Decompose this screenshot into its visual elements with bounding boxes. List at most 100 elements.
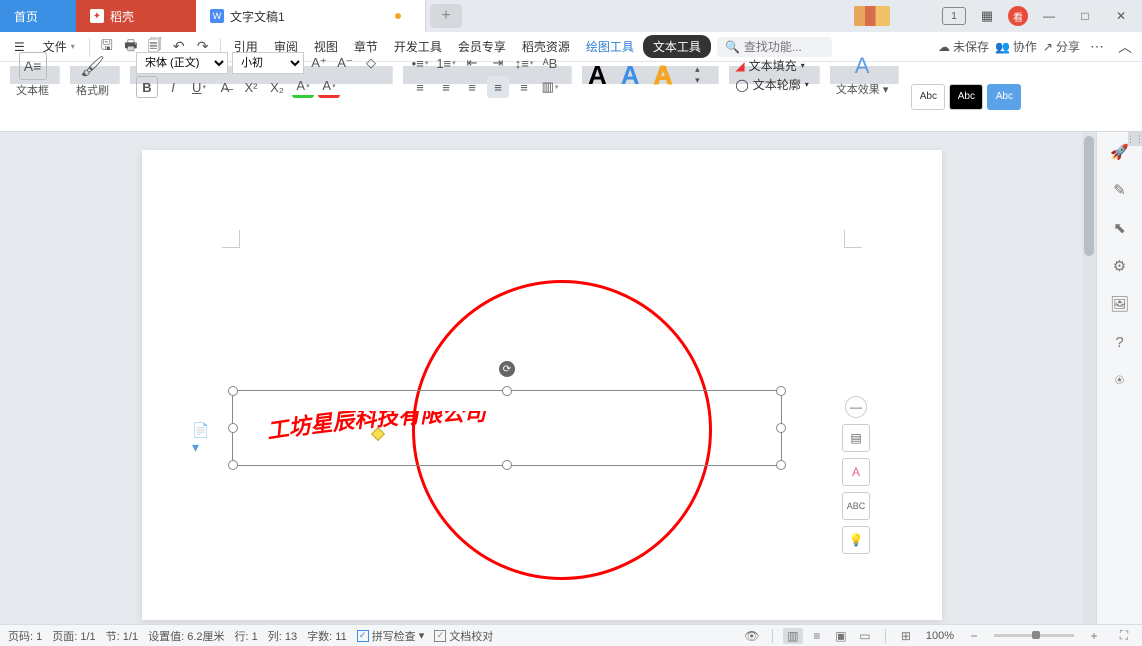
line-spacing-icon[interactable]: ↕≡▾ [513, 52, 535, 74]
style-more-icon[interactable]: ▴▾ [686, 64, 708, 86]
subscript-button[interactable]: X₂ [266, 76, 288, 98]
view-outline-icon[interactable]: ≡ [807, 628, 827, 644]
preset-black[interactable]: Abc [949, 84, 983, 110]
font-name-select[interactable]: 宋体 (正文) [136, 52, 228, 74]
text-fill-button[interactable]: ◢文本填充▾ [735, 57, 804, 74]
wrap-icon[interactable]: ▤ [842, 424, 870, 452]
italic-button[interactable]: I [162, 76, 184, 98]
resize-handle[interactable] [228, 423, 238, 433]
wordart-textbox[interactable]: ⟳ 工坊星辰科技有限公司 [232, 390, 782, 466]
menu-text-tools[interactable]: 文本工具 [643, 35, 711, 58]
clear-format-icon[interactable]: ◇ [360, 52, 382, 74]
grow-font-icon[interactable]: A⁺ [308, 52, 330, 74]
search-input[interactable] [744, 40, 824, 54]
abc-icon[interactable]: ABC [842, 492, 870, 520]
image-icon[interactable]: 🖼 [1110, 294, 1130, 314]
pen-icon[interactable]: ✎ [1110, 180, 1130, 200]
numbering-icon[interactable]: 1≡▾ [435, 52, 457, 74]
workspace-badge[interactable]: 1 [942, 7, 966, 25]
search-box[interactable]: 🔍 [717, 37, 832, 57]
resize-handle[interactable] [776, 386, 786, 396]
books-icon[interactable] [854, 6, 890, 26]
eye-icon[interactable]: 👁 [742, 628, 762, 644]
text-direction-icon[interactable]: ᴬB [539, 52, 561, 74]
font-size-select[interactable]: 小初 [232, 52, 304, 74]
text-effect-button[interactable]: A文本效果 ▾ [836, 53, 889, 97]
collapse-icon[interactable]: — [845, 396, 867, 418]
tab-home[interactable]: 首页 [0, 0, 76, 32]
resize-handle[interactable] [228, 460, 238, 470]
scrollbar-thumb[interactable] [1084, 136, 1094, 256]
align-center-icon[interactable]: ≡ [435, 76, 457, 98]
highlight-button[interactable]: A▾ [292, 76, 314, 98]
shrink-font-icon[interactable]: A⁻ [334, 52, 356, 74]
fullscreen-icon[interactable]: ⛶ [1114, 628, 1134, 644]
zoom-level[interactable]: 100% [926, 630, 954, 642]
share-link[interactable]: ↗分享 [1043, 38, 1080, 55]
fit-icon[interactable]: ⊞ [896, 628, 916, 644]
resize-handle[interactable] [502, 386, 512, 396]
zoom-slider[interactable] [994, 634, 1074, 637]
maximize-button[interactable]: □ [1070, 4, 1100, 28]
settings-icon[interactable]: ⚙ [1110, 256, 1130, 276]
textbox-button[interactable]: A≡文本框 [16, 52, 49, 98]
resize-handle[interactable] [776, 460, 786, 470]
zoom-in-icon[interactable]: + [1084, 628, 1104, 644]
preset-white[interactable]: Abc [911, 84, 945, 110]
align-distribute-icon[interactable]: ≡ [513, 76, 535, 98]
resize-handle[interactable] [502, 460, 512, 470]
tab-docker[interactable]: ✦稻壳 [76, 0, 196, 32]
columns-icon[interactable]: ▥▾ [539, 76, 561, 98]
document-page[interactable]: 📄▾ ⟳ 工坊星辰科技有限公司 — ▤ A ABC 💡 [142, 150, 942, 620]
paragraph-tag-icon[interactable]: 📄▾ [192, 422, 210, 440]
underline-button[interactable]: U▾ [188, 76, 210, 98]
rotate-handle-icon[interactable]: ⟳ [499, 361, 515, 377]
help-icon[interactable]: ? [1110, 332, 1130, 352]
select-icon[interactable]: ⬉ [1110, 218, 1130, 238]
minimize-button[interactable]: — [1034, 4, 1064, 28]
preset-blue[interactable]: Abc [987, 84, 1021, 110]
bold-button[interactable]: B [136, 76, 158, 98]
indent-right-icon[interactable]: ⇥ [487, 52, 509, 74]
text-style-orange[interactable]: A [654, 60, 673, 91]
word-count[interactable]: 字数: 11 [307, 628, 347, 644]
bulb-icon[interactable]: ⍟ [1110, 370, 1130, 390]
font-color-button[interactable]: A▾ [318, 76, 340, 98]
format-painter-button[interactable]: 🖌格式刷 [76, 52, 109, 98]
zoom-out-icon[interactable]: − [964, 628, 984, 644]
resize-handle[interactable] [776, 423, 786, 433]
text-style-blue[interactable]: A [621, 60, 640, 91]
apps-icon[interactable]: ▦ [972, 4, 1002, 28]
panel-handle-icon[interactable]: ⋮⋮ [1128, 132, 1142, 146]
vertical-scrollbar[interactable] [1082, 132, 1096, 624]
rocket-icon[interactable]: 🚀 [1110, 142, 1130, 162]
align-left-icon[interactable]: ≡ [409, 76, 431, 98]
text-style-black[interactable]: A [588, 60, 607, 91]
proofread-button[interactable]: ✓文档校对 [434, 628, 493, 644]
more-icon[interactable]: ⋯ [1086, 36, 1108, 58]
close-button[interactable]: ✕ [1106, 4, 1136, 28]
collapse-ribbon-icon[interactable]: ︿ [1114, 36, 1136, 58]
indent-left-icon[interactable]: ⇤ [461, 52, 483, 74]
text-outline-button[interactable]: ◯文本轮廓▾ [735, 76, 808, 93]
superscript-button[interactable]: X² [240, 76, 262, 98]
page-num[interactable]: 页码: 1 [8, 628, 42, 644]
idea-icon[interactable]: 💡 [842, 526, 870, 554]
tab-document[interactable]: W文字文稿1 [196, 0, 426, 32]
page-count[interactable]: 页面: 1/1 [52, 628, 95, 644]
spell-check-toggle[interactable]: ✓拼写检查 ▾ [357, 628, 425, 644]
strike-button[interactable]: A̶ [214, 76, 236, 98]
view-page-icon[interactable]: ▥ [783, 628, 803, 644]
unsaved-link[interactable]: ☁未保存 [938, 38, 989, 55]
view-read-icon[interactable]: ▭ [855, 628, 875, 644]
add-tab-button[interactable]: + [430, 4, 462, 28]
coop-link[interactable]: 👥协作 [995, 38, 1037, 55]
avatar[interactable]: 看 [1008, 6, 1028, 26]
zoom-slider-handle[interactable] [1032, 631, 1040, 639]
menu-draw-tools[interactable]: 绘图工具 [579, 34, 641, 59]
resize-handle[interactable] [228, 386, 238, 396]
align-justify-icon[interactable]: ≡ [487, 76, 509, 98]
align-right-icon[interactable]: ≡ [461, 76, 483, 98]
bullets-icon[interactable]: •≡▾ [409, 52, 431, 74]
view-web-icon[interactable]: ▣ [831, 628, 851, 644]
